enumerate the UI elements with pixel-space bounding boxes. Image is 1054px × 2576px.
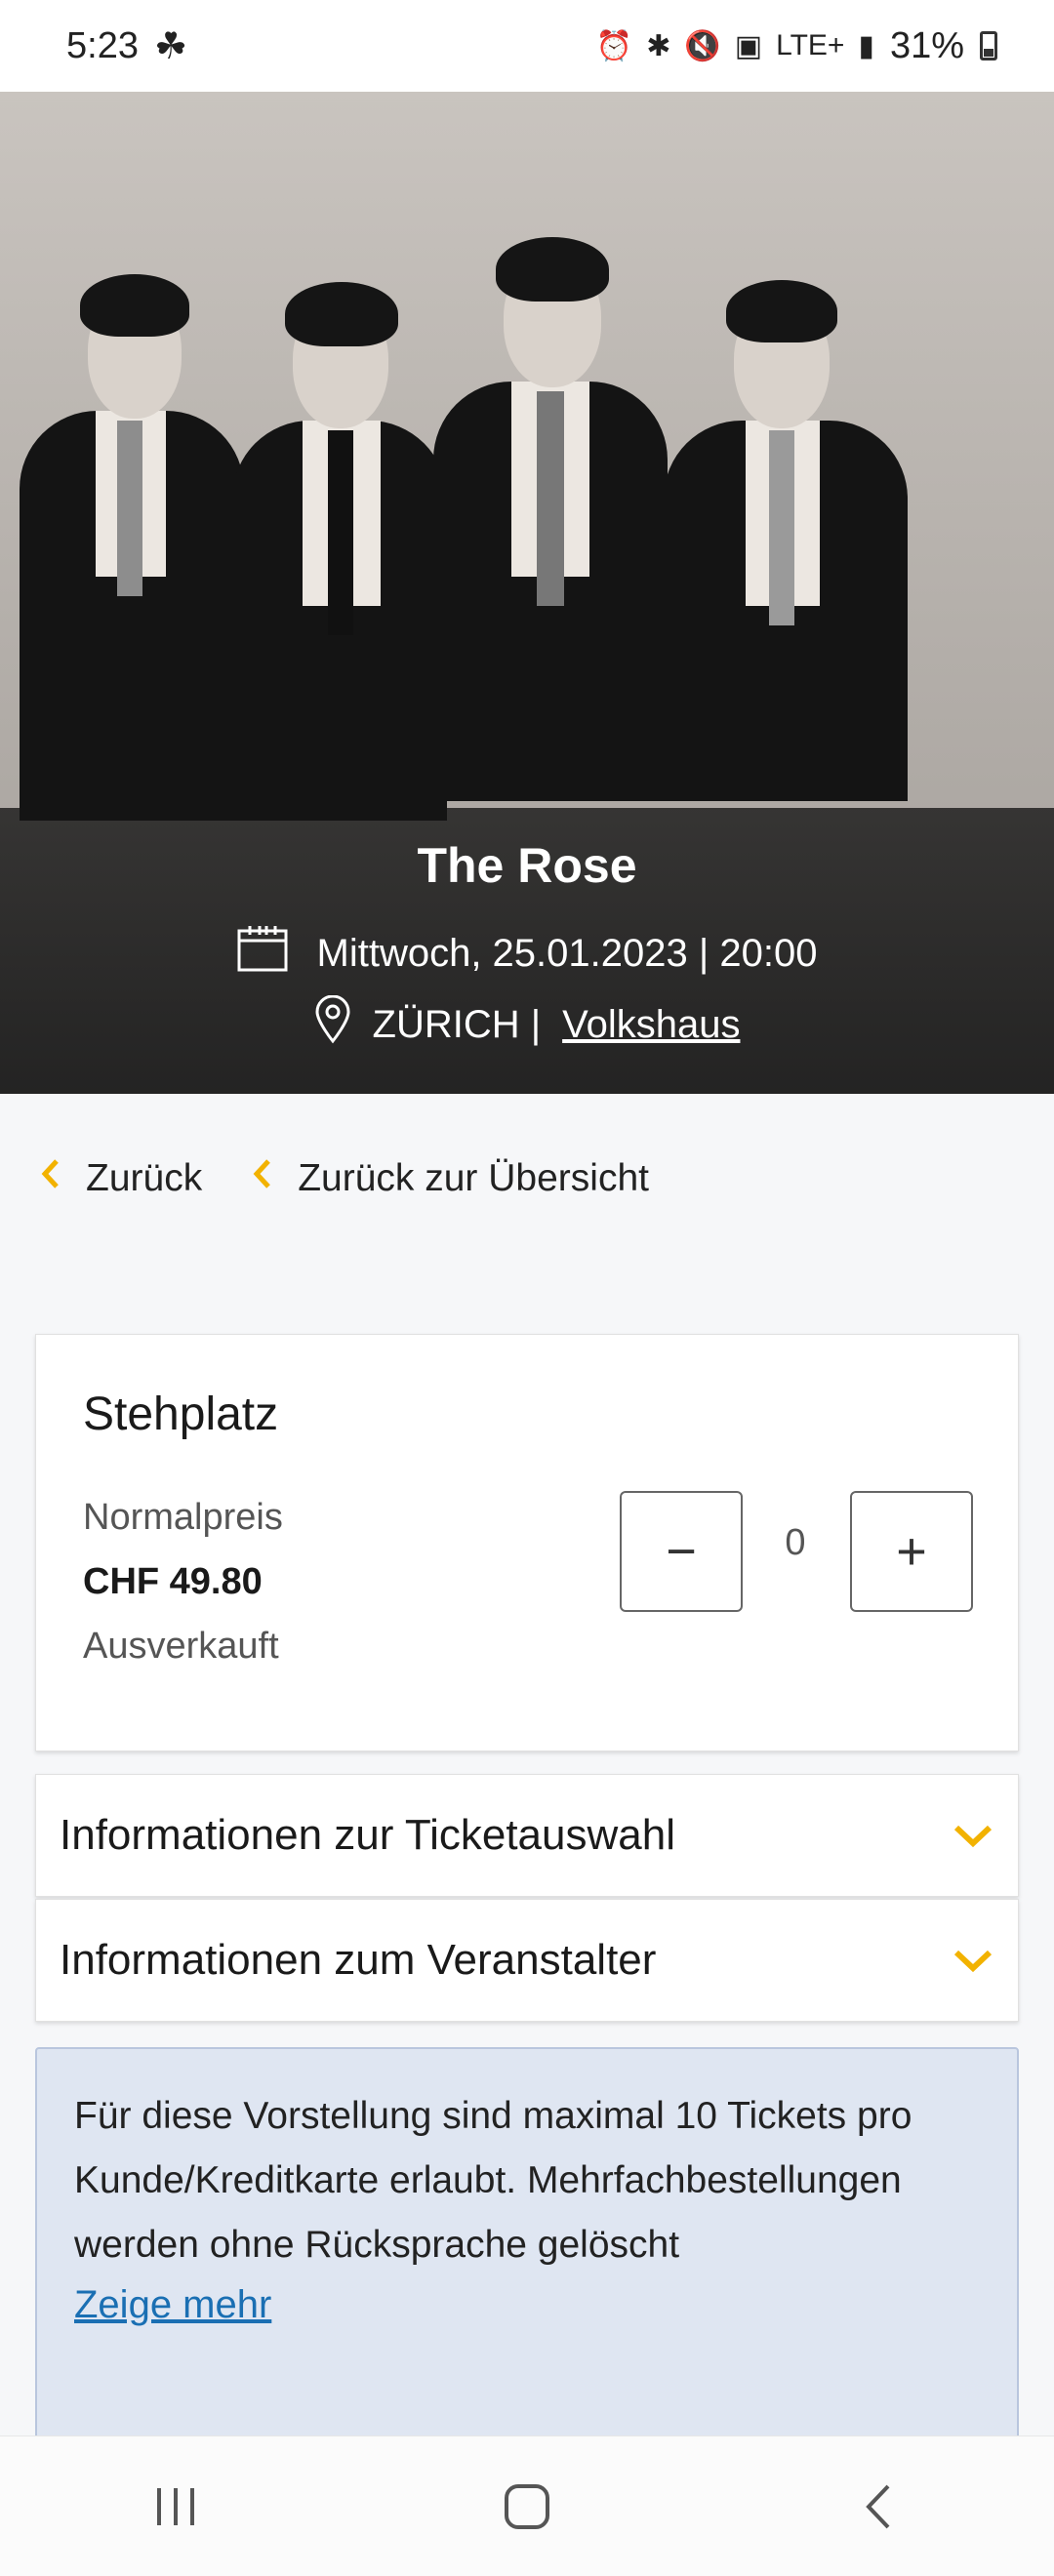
- event-datetime: Mittwoch, 25.01.2023 | 20:00: [316, 931, 818, 975]
- accordion-label: Informationen zum Veranstalter: [60, 1936, 657, 1984]
- volte-icon: ▣: [734, 29, 763, 62]
- accordion-ticket-selection-info[interactable]: Informationen zur Ticketauswahl: [35, 1774, 1019, 1897]
- venue-link[interactable]: Volkshaus: [562, 1003, 740, 1047]
- back-to-overview-link[interactable]: Zurück zur Übersicht: [251, 1157, 649, 1200]
- price-label: Normalpreis: [83, 1497, 283, 1538]
- system-navigation-bar: [0, 2435, 1054, 2576]
- battery-icon: [980, 31, 997, 60]
- event-place-row: ZÜRICH | Volkshaus: [0, 994, 1054, 1054]
- back-navigation: Zurück Zurück zur Übersicht: [39, 1157, 649, 1200]
- ticket-category-title: Stehplatz: [83, 1389, 279, 1440]
- back-to-overview-label: Zurück zur Übersicht: [298, 1157, 649, 1199]
- show-more-link[interactable]: Zeige mehr: [74, 2283, 271, 2327]
- chevron-left-icon: [39, 1157, 61, 1200]
- chevron-left-icon: [251, 1157, 272, 1200]
- battery-percentage: 31%: [889, 24, 964, 66]
- decrease-quantity-button[interactable]: −: [620, 1491, 743, 1612]
- event-city: ZÜRICH |: [372, 1002, 542, 1046]
- mute-icon: 🔇: [684, 29, 721, 62]
- event-date-row: Mittwoch, 25.01.2023 | 20:00: [0, 925, 1054, 982]
- home-button[interactable]: [488, 2468, 566, 2546]
- status-time: 5:23: [66, 24, 139, 66]
- ticket-limit-notice: Für diese Vorstellung sind maximal 10 Ti…: [35, 2047, 1019, 2467]
- availability-status: Ausverkauft: [83, 1626, 279, 1667]
- quantity-value: 0: [785, 1522, 806, 1563]
- location-pin-icon: [314, 994, 351, 1054]
- band-member-2: [232, 255, 447, 821]
- event-title: The Rose: [417, 838, 637, 893]
- back-button[interactable]: [839, 2468, 917, 2546]
- ticket-category-card: Stehplatz Normalpreis CHF 49.80 Ausverka…: [35, 1334, 1019, 1751]
- chevron-down-icon: [952, 1814, 994, 1857]
- accordion-organizer-info[interactable]: Informationen zum Veranstalter: [35, 1899, 1019, 2022]
- back-link[interactable]: Zurück: [39, 1157, 202, 1200]
- band-member-1: [20, 255, 244, 821]
- plus-icon: +: [896, 1522, 927, 1581]
- recent-apps-button[interactable]: [137, 2468, 215, 2546]
- event-hero: The Rose Mittwoch, 25.01.2023 | 20:00 ZÜ…: [0, 92, 1054, 1094]
- alarm-icon: ⏰: [595, 29, 633, 62]
- band-member-3: [433, 216, 668, 801]
- price-value: CHF 49.80: [83, 1561, 263, 1602]
- network-label: LTE+: [776, 29, 845, 61]
- chevron-down-icon: [952, 1939, 994, 1982]
- back-label: Zurück: [86, 1157, 203, 1199]
- band-member-4: [664, 255, 908, 801]
- notice-text: Für diese Vorstellung sind maximal 10 Ti…: [74, 2095, 912, 2266]
- signal-icon: ▮: [858, 29, 874, 62]
- increase-quantity-button[interactable]: +: [850, 1491, 973, 1612]
- status-bar: 5:23 ☘ ⏰ ✱ 🔇 ▣ LTE+ ▮ 31%: [0, 0, 1054, 92]
- accordion-label: Informationen zur Ticketauswahl: [60, 1811, 675, 1859]
- event-info-overlay: The Rose Mittwoch, 25.01.2023 | 20:00 ZÜ…: [0, 808, 1054, 1094]
- calendar-icon: [237, 925, 288, 982]
- notification-icon: ☘: [153, 25, 188, 67]
- minus-icon: −: [666, 1522, 697, 1581]
- bluetooth-icon: ✱: [646, 29, 671, 62]
